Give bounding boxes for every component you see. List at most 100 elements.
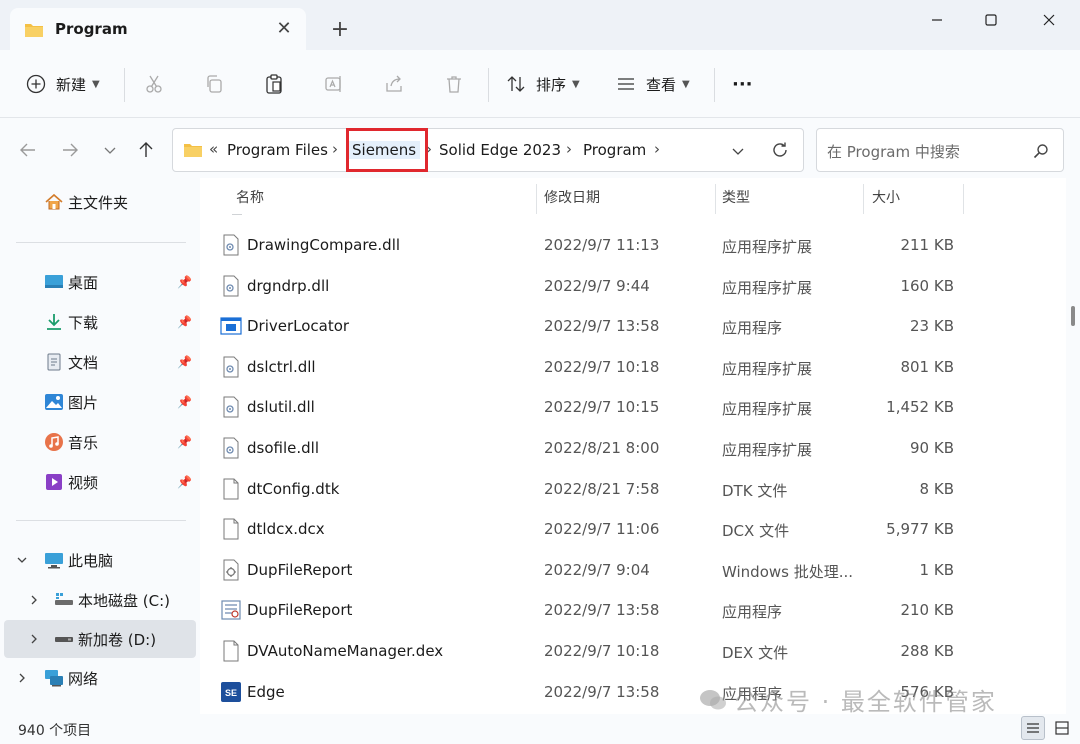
back-button[interactable]: [14, 136, 42, 164]
recent-locations-button[interactable]: [96, 136, 124, 164]
sidebar-item-videos[interactable]: 视频 📌: [0, 464, 196, 500]
table-row[interactable]: dtldcx.dcx 2022/9/7 11:06 DCX 文件 5,977 KB: [200, 510, 1066, 550]
crumb-program-files[interactable]: Program Files: [227, 141, 328, 159]
chevron-down-icon: ▼: [682, 78, 690, 90]
new-tab-button[interactable]: +: [328, 18, 352, 42]
chevron-down-icon[interactable]: [16, 554, 28, 566]
crumb-program[interactable]: Program: [583, 141, 646, 159]
search-input[interactable]: 在 Program 中搜索: [827, 141, 960, 162]
maximize-button[interactable]: [960, 0, 1022, 40]
column-header-date[interactable]: 修改日期: [544, 178, 600, 216]
table-row[interactable]: dslutil.dll 2022/9/7 10:15 应用程序扩展 1,452 KB: [200, 388, 1066, 428]
sidebar-item-drive-d[interactable]: 新加卷 (D:): [4, 620, 196, 658]
file-size: 5,977 KB: [886, 520, 954, 539]
table-row[interactable]: DupFileReport 2022/9/7 9:04 Windows 批处理...…: [200, 551, 1066, 591]
column-divider[interactable]: [536, 184, 537, 214]
sidebar-item-music[interactable]: 音乐 📌: [0, 424, 196, 460]
chevron-right-icon[interactable]: [16, 672, 28, 684]
file-date: 2022/9/7 11:13: [544, 236, 660, 254]
minimize-button[interactable]: [906, 0, 968, 40]
scissors-icon: [146, 75, 162, 93]
sidebar-item-label: 图片: [68, 393, 99, 412]
more-button[interactable]: ···: [732, 68, 753, 100]
pin-icon[interactable]: 📌: [177, 475, 192, 489]
annotation-highlight-box: [346, 128, 428, 172]
title-bar: Program ✕ +: [0, 0, 1080, 50]
paste-button[interactable]: [264, 68, 284, 100]
sidebar-item-this-pc[interactable]: 此电脑: [0, 542, 196, 578]
copy-icon: [207, 75, 222, 93]
up-button[interactable]: [132, 136, 160, 164]
pin-icon[interactable]: 📌: [177, 315, 192, 329]
table-row[interactable]: DVAutoNameManager.dex 2022/9/7 10:18 DEX 文…: [200, 632, 1066, 672]
search-box[interactable]: 在 Program 中搜索: [816, 128, 1064, 172]
file-type: 应用程序扩展: [722, 441, 813, 459]
document-icon: [47, 353, 61, 371]
table-row[interactable]: DriverLocator 2022/9/7 13:58 应用程序 23 KB: [200, 307, 1066, 347]
column-header-type[interactable]: 类型: [722, 178, 750, 216]
chevron-down-icon: ▼: [572, 78, 580, 90]
details-view-button[interactable]: [1021, 716, 1045, 740]
sidebar-item-label: 视频: [68, 473, 99, 492]
chevron-right-icon[interactable]: [28, 594, 40, 606]
chevron-down-icon[interactable]: [731, 144, 745, 158]
table-row[interactable]: drgndrp.dll 2022/9/7 9:44 应用程序扩展 160 KB: [200, 267, 1066, 307]
chevron-right-icon[interactable]: [28, 633, 40, 645]
wechat-icon: [700, 689, 726, 709]
delete-button[interactable]: [444, 68, 464, 100]
computer-icon: [45, 553, 63, 569]
table-row[interactable]: dtConfig.dtk 2022/8/21 7:58 DTK 文件 8 KB: [200, 470, 1066, 510]
table-row[interactable]: DrawingCompare.dll 2022/9/7 11:13 应用程序扩展 21…: [200, 226, 1066, 266]
crumb-solid-edge-2023[interactable]: Solid Edge 2023: [439, 141, 561, 159]
new-button[interactable]: 新建 ▼: [26, 68, 100, 100]
header-underline: [232, 214, 242, 215]
pin-icon[interactable]: 📌: [177, 355, 192, 369]
sidebar-item-desktop[interactable]: 桌面 📌: [0, 264, 196, 300]
table-row[interactable]: DupFileReport 2022/9/7 13:58 应用程序 210 KB: [200, 591, 1066, 631]
address-bar[interactable]: « Program Files › Siemens › Solid Edge 2…: [172, 128, 804, 172]
pin-icon[interactable]: 📌: [177, 395, 192, 409]
view-button[interactable]: 查看 ▼: [616, 68, 690, 100]
search-icon[interactable]: [1033, 143, 1049, 159]
table-row[interactable]: dslctrl.dll 2022/9/7 10:18 应用程序扩展 801 KB: [200, 348, 1066, 388]
cut-button[interactable]: [144, 68, 164, 100]
sidebar-item-downloads[interactable]: 下载 📌: [0, 304, 196, 340]
overflow-icon[interactable]: «: [209, 140, 218, 158]
pin-icon[interactable]: 📌: [177, 275, 192, 289]
rename-button[interactable]: [324, 68, 344, 100]
scrollbar-thumb[interactable]: [1071, 306, 1075, 326]
tab-program[interactable]: Program ✕: [10, 8, 306, 50]
watermark-text: 公众号 · 最全软件管家: [734, 688, 997, 716]
sidebar-item-home[interactable]: 主文件夹: [0, 184, 196, 220]
share-button[interactable]: [384, 68, 404, 100]
tiles-view-button[interactable]: [1050, 716, 1074, 740]
sidebar-item-label: 网络: [68, 669, 99, 688]
copy-button[interactable]: [204, 68, 224, 100]
chevron-down-icon: ▼: [92, 78, 100, 90]
column-divider[interactable]: [863, 184, 864, 214]
crumb-separator-icon[interactable]: ›: [566, 140, 572, 158]
table-row[interactable]: dsofile.dll 2022/8/21 8:00 应用程序扩展 90 KB: [200, 429, 1066, 469]
sidebar-item-network[interactable]: 网络: [0, 660, 196, 696]
tab-close-icon[interactable]: ✕: [272, 17, 296, 41]
sort-button[interactable]: 排序 ▼: [506, 68, 580, 100]
column-divider[interactable]: [715, 184, 716, 214]
file-type: 应用程序: [722, 603, 783, 622]
column-header-size[interactable]: 大小: [872, 178, 900, 216]
sidebar-item-pictures[interactable]: 图片 📌: [0, 384, 196, 420]
refresh-icon[interactable]: [771, 141, 789, 159]
forward-button[interactable]: [56, 136, 84, 164]
column-divider[interactable]: [963, 184, 964, 214]
column-header-name[interactable]: 名称: [236, 178, 264, 216]
pin-icon[interactable]: 📌: [177, 435, 192, 449]
sidebar-item-documents[interactable]: 文档 📌: [0, 344, 196, 380]
sidebar-item-label: 此电脑: [68, 551, 114, 570]
music-icon: [45, 433, 63, 451]
crumb-separator-icon[interactable]: ›: [332, 140, 338, 158]
file-list: 名称 修改日期 类型 大小 DrawingCompare.dll 2022/9/7…: [200, 178, 1066, 714]
navigation-pane: 主文件夹 桌面 📌 下载 📌 文档 📌 图片 📌 音乐 📌 视频 📌 此电脑 本…: [0, 178, 200, 714]
vertical-scrollbar[interactable]: [1066, 178, 1080, 714]
sidebar-item-drive-c[interactable]: 本地磁盘 (C:): [0, 582, 196, 618]
crumb-separator-icon[interactable]: ›: [654, 140, 660, 158]
close-button[interactable]: [1018, 0, 1080, 40]
